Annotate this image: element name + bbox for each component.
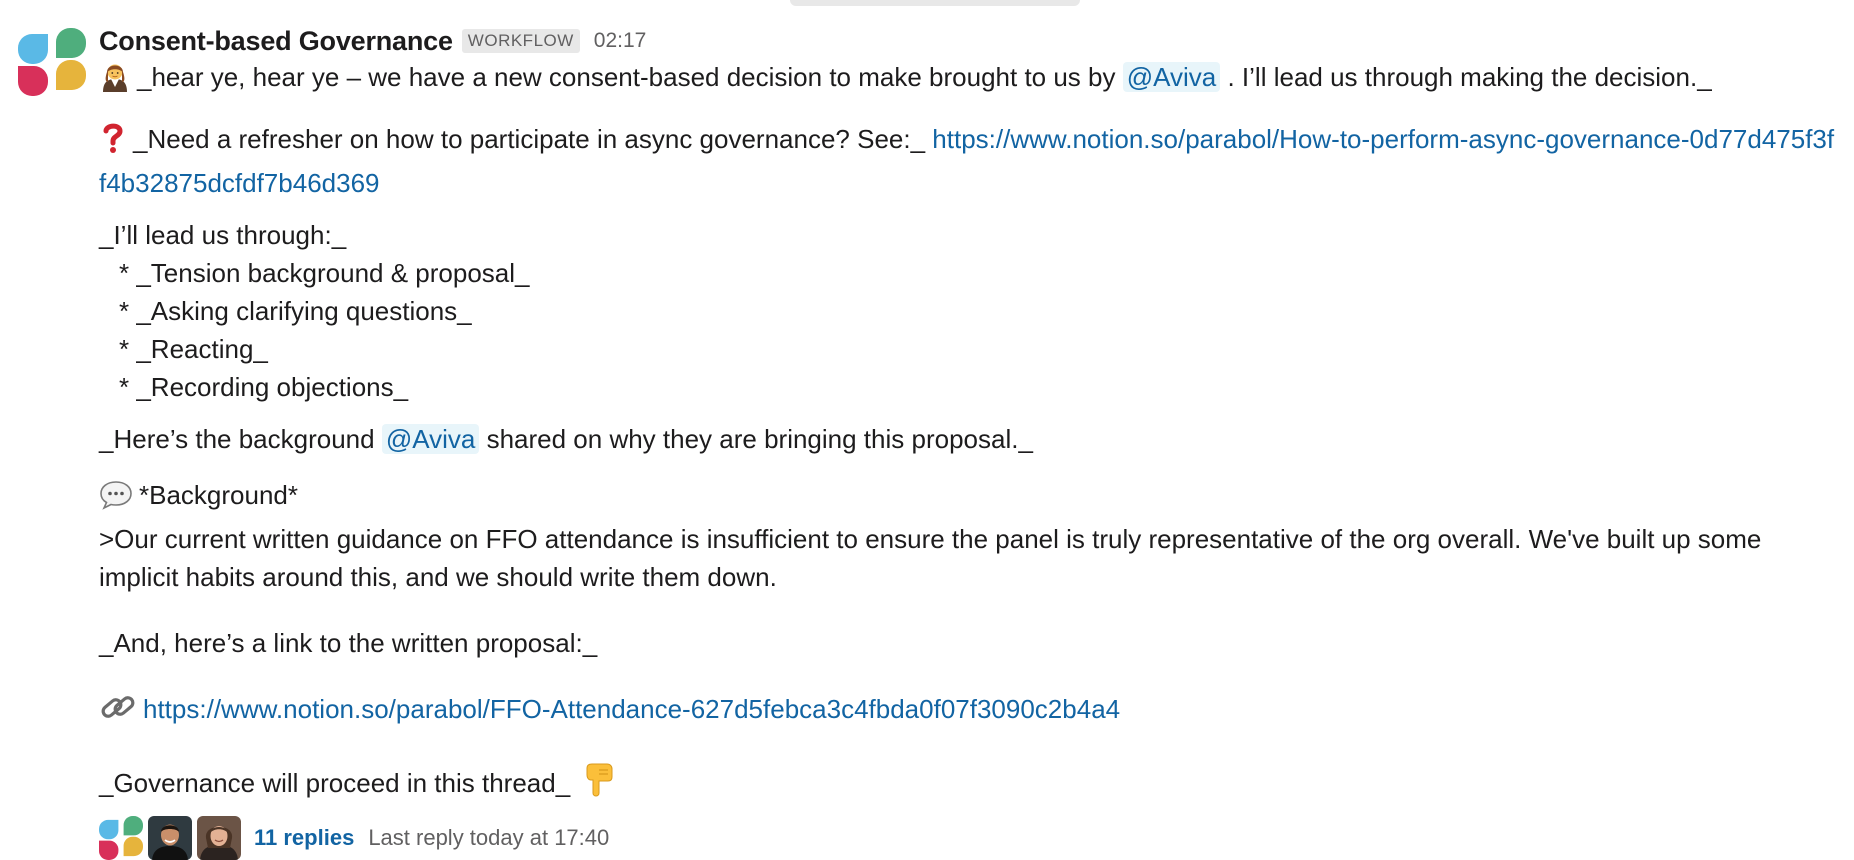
person-photo-icon: [197, 816, 241, 860]
background-prefix: _Here’s the background: [99, 424, 375, 454]
proposal-link-line: https://www.notion.so/parabol/FFO-Attend…: [99, 690, 1839, 734]
reply-count-link[interactable]: 11 replies: [254, 819, 354, 857]
app-badge: WORKFLOW: [461, 29, 580, 53]
link-icon: [99, 690, 137, 734]
point-down-icon: [585, 762, 615, 808]
sender-name[interactable]: Consent-based Governance: [99, 26, 453, 57]
intro-suffix: . I’ll lead us through making the decisi…: [1227, 62, 1712, 92]
speech-balloon-icon: [99, 480, 133, 520]
last-reply-time: Last reply today at 17:40: [368, 825, 610, 850]
refresher-line: _Need a refresher on how to participate …: [99, 120, 1839, 202]
workflow-avatar[interactable]: [18, 28, 86, 96]
user-mention-aviva[interactable]: @Aviva: [381, 424, 480, 454]
thread-note: _Governance will proceed in this thread_: [99, 768, 571, 798]
workflow-logo-icon: [18, 28, 86, 96]
background-heading-line: *Background*: [99, 476, 1839, 520]
person-photo-icon: [148, 816, 192, 860]
background-heading: *Background*: [139, 480, 298, 510]
background-suffix: shared on why they are bringing this pro…: [486, 424, 1033, 454]
step-item: * _Tension background & proposal_: [119, 258, 530, 288]
background-quote: >Our current written guidance on FFO att…: [99, 524, 1762, 592]
reply-avatar-workflow: [99, 816, 143, 860]
red-question-mark-icon: [99, 122, 127, 164]
proposal-intro: _And, here’s a link to the written propo…: [99, 628, 598, 658]
user-mention-aviva[interactable]: @Aviva: [1122, 62, 1221, 92]
intro-line: _hear ye, hear ye – we have a new consen…: [99, 58, 1839, 102]
steps-intro: _I’ll lead us through:_: [99, 220, 347, 250]
step-item: * _Reacting_: [119, 334, 268, 364]
refresher-text: _Need a refresher on how to participate …: [133, 124, 926, 154]
message-timestamp[interactable]: 02:17: [594, 29, 647, 53]
message: Consent-based Governance WORKFLOW 02:17: [0, 0, 1854, 860]
thread-note-line: _Governance will proceed in this thread_: [99, 762, 1839, 808]
judge-woman-icon: [99, 60, 131, 102]
intro-text: _hear ye, hear ye – we have a new consen…: [137, 62, 1116, 92]
reply-avatar-user: [197, 816, 241, 860]
thread-replies-bar[interactable]: 11 replies Last reply today at 17:40: [99, 816, 1839, 860]
step-item: * _Recording objections_: [119, 372, 409, 402]
workflow-logo-icon: [99, 816, 143, 860]
reply-avatar-user: [148, 816, 192, 860]
message-body: _hear ye, hear ye – we have a new consen…: [99, 58, 1839, 860]
background-intro-line: _Here’s the background @Aviva shared on …: [99, 420, 1839, 458]
ffo-attendance-proposal-link[interactable]: https://www.notion.so/parabol/FFO-Attend…: [143, 694, 1120, 724]
message-header: Consent-based Governance WORKFLOW 02:17: [99, 24, 1839, 58]
step-item: * _Asking clarifying questions_: [119, 296, 472, 326]
